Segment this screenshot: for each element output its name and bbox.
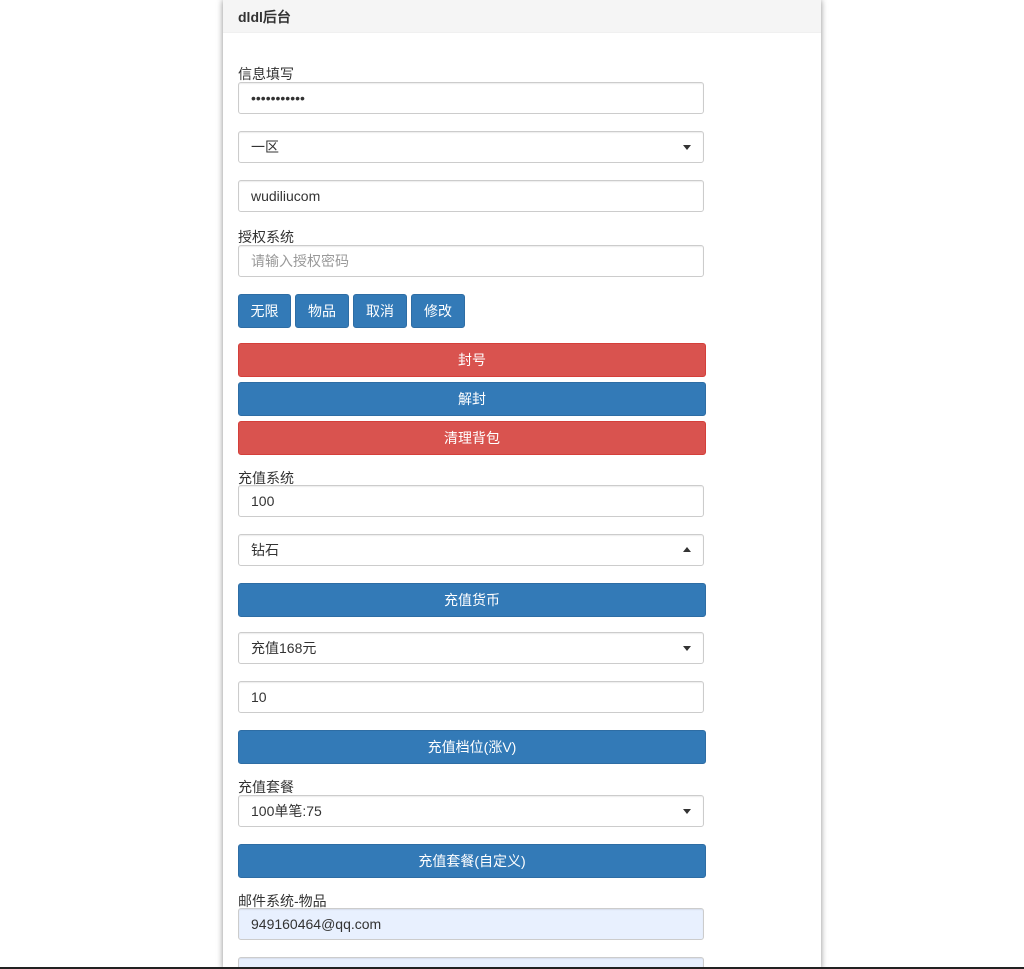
items-button[interactable]: 物品 [295, 294, 349, 328]
admin-panel: dldl后台 信息填写 ••••••••••• 一区 wudiliucom 授权… [223, 0, 821, 969]
recharge-amount-input[interactable]: 100 [238, 485, 704, 517]
password-value: ••••••••••• [251, 90, 305, 106]
clear-bag-button[interactable]: 清理背包 [238, 421, 706, 455]
package-section-label: 充值套餐 [238, 779, 294, 795]
tier-count-value: 10 [251, 689, 267, 705]
tier-select[interactable]: 充值168元 [238, 632, 704, 664]
server-select[interactable]: 一区 [238, 131, 704, 163]
recharge-tier-button[interactable]: 充值档位(涨V) [238, 730, 706, 764]
tier-select-value: 充值168元 [251, 640, 317, 656]
auth-section-label: 授权系统 [238, 229, 294, 245]
currency-select[interactable]: 钻石 [238, 534, 704, 566]
username-input[interactable]: wudiliucom [238, 180, 704, 212]
chevron-down-icon [683, 809, 691, 814]
panel-header: dldl后台 [223, 0, 821, 33]
chevron-down-icon [683, 646, 691, 651]
info-section-label: 信息填写 [238, 66, 294, 82]
page-title: dldl后台 [238, 9, 291, 25]
auth-password-placeholder: 请输入授权密码 [251, 253, 349, 269]
currency-select-value: 钻石 [251, 542, 279, 558]
email-field[interactable]: 949160464@qq.com [238, 908, 704, 940]
email-value: 949160464@qq.com [251, 916, 382, 932]
chevron-down-icon [683, 145, 691, 150]
chevron-up-icon [683, 547, 691, 552]
cancel-button[interactable]: 取消 [353, 294, 407, 328]
package-select-value: 100单笔:75 [251, 803, 322, 819]
unlimited-button[interactable]: 无限 [238, 294, 291, 328]
ban-button[interactable]: 封号 [238, 343, 706, 377]
account-password-input[interactable]: ••••••••••• [238, 82, 704, 114]
tier-count-input[interactable]: 10 [238, 681, 704, 713]
recharge-amount-value: 100 [251, 493, 275, 509]
username-value: wudiliucom [251, 188, 321, 204]
mail-section-label: 邮件系统-物品 [238, 893, 327, 909]
unban-button[interactable]: 解封 [238, 382, 706, 416]
auth-password-input[interactable]: 请输入授权密码 [238, 245, 704, 277]
server-select-value: 一区 [251, 139, 279, 155]
recharge-section-label: 充值系统 [238, 470, 294, 486]
recharge-package-button[interactable]: 充值套餐(自定义) [238, 844, 706, 878]
modify-button[interactable]: 修改 [411, 294, 465, 328]
recharge-currency-button[interactable]: 充值货币 [238, 583, 706, 617]
package-select[interactable]: 100单笔:75 [238, 795, 704, 827]
